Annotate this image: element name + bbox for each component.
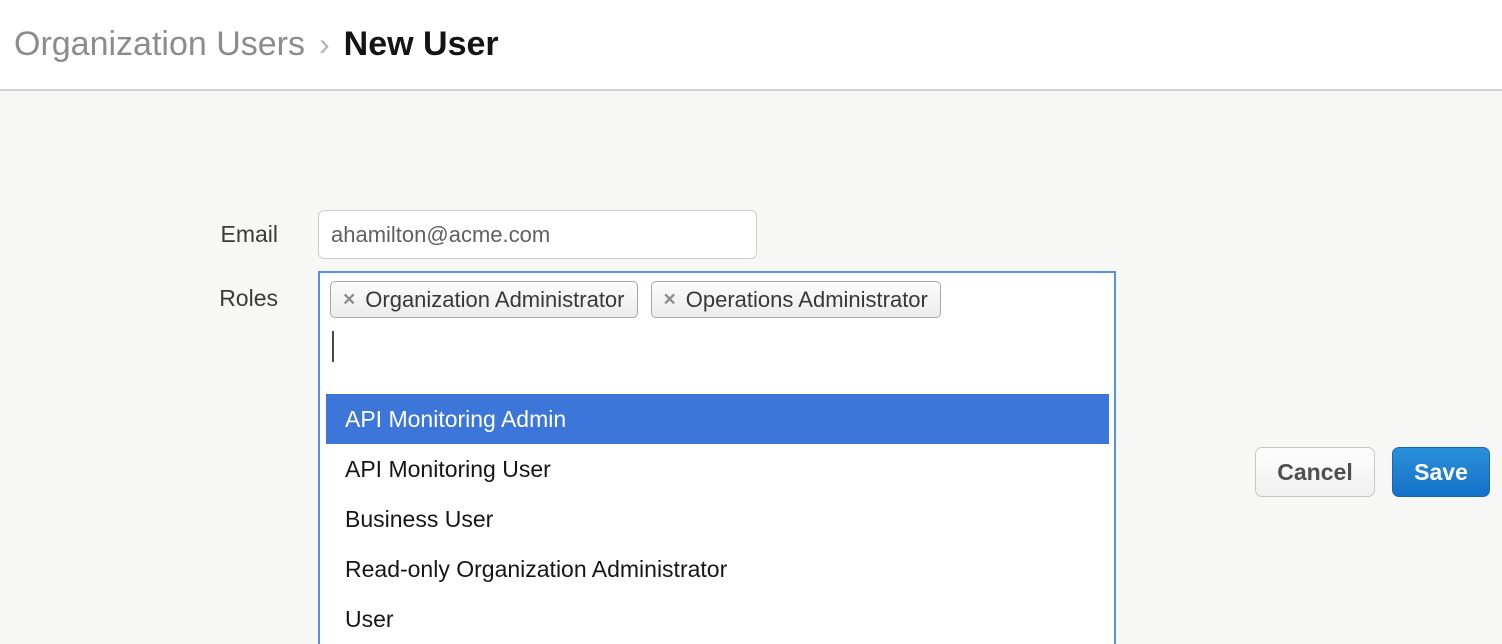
role-option[interactable]: API Monitoring User	[326, 444, 1109, 494]
role-tag-label: Operations Administrator	[686, 287, 928, 313]
selected-role-tags: × Organization Administrator × Operation…	[320, 273, 1114, 318]
roles-label: Roles	[75, 285, 278, 312]
roles-multiselect[interactable]: × Organization Administrator × Operation…	[318, 271, 1116, 644]
email-field[interactable]	[318, 210, 757, 259]
role-tag-label: Organization Administrator	[365, 287, 624, 313]
breadcrumb-parent-link[interactable]: Organization Users	[14, 25, 305, 64]
cancel-button[interactable]: Cancel	[1255, 447, 1375, 497]
text-caret	[332, 331, 334, 362]
role-tag: × Organization Administrator	[330, 281, 638, 318]
page-title: New User	[344, 25, 499, 64]
remove-tag-icon[interactable]: ×	[343, 289, 355, 310]
role-option[interactable]: User	[326, 594, 1109, 644]
email-label: Email	[75, 221, 278, 248]
role-tag: × Operations Administrator	[651, 281, 941, 318]
role-option[interactable]: Read-only Organization Administrator	[326, 544, 1109, 594]
role-option[interactable]: API Monitoring Admin	[326, 394, 1109, 444]
roles-search-input[interactable]	[332, 331, 1114, 362]
breadcrumb-chevron-icon: ›	[319, 26, 330, 63]
page-header: Organization Users › New User	[0, 0, 1502, 91]
role-option[interactable]: Business User	[326, 494, 1109, 544]
page: Organization Users › New User Email Role…	[0, 0, 1502, 644]
save-button[interactable]: Save	[1392, 447, 1490, 497]
roles-dropdown: API Monitoring Admin API Monitoring User…	[326, 394, 1109, 644]
remove-tag-icon[interactable]: ×	[664, 289, 676, 310]
